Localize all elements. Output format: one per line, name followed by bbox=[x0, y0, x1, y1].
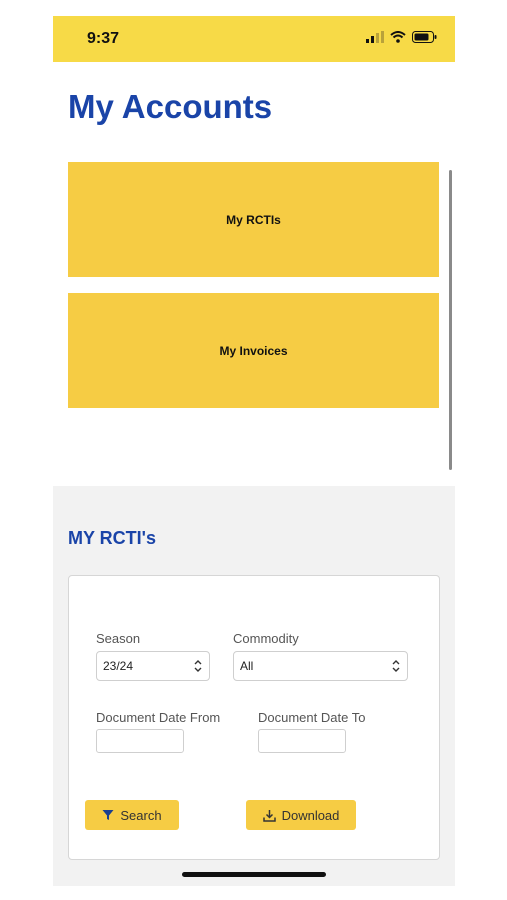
my-invoices-label: My Invoices bbox=[219, 343, 288, 358]
season-value: 23/24 bbox=[103, 659, 134, 673]
download-button[interactable]: Download bbox=[246, 800, 356, 830]
home-indicator[interactable] bbox=[182, 872, 326, 877]
my-rctis-label: My RCTIs bbox=[226, 212, 281, 227]
phone-screen: 9:37 My Accounts My RCTIs My Invoices MY… bbox=[53, 16, 455, 886]
search-button-label: Search bbox=[120, 807, 162, 823]
battery-icon bbox=[412, 31, 437, 43]
chevron-updown-icon bbox=[194, 660, 202, 672]
commodity-select[interactable]: All bbox=[233, 651, 408, 681]
download-button-label: Download bbox=[281, 807, 340, 823]
chevron-updown-icon bbox=[392, 660, 400, 672]
commodity-label: Commodity bbox=[233, 631, 299, 646]
scrollbar[interactable] bbox=[449, 170, 452, 470]
date-to-input[interactable] bbox=[258, 729, 346, 753]
download-icon bbox=[262, 809, 276, 822]
search-button[interactable]: Search bbox=[85, 800, 179, 830]
status-icons bbox=[366, 31, 437, 43]
section-title: MY RCTI's bbox=[68, 528, 156, 548]
page-title: My Accounts bbox=[68, 88, 273, 125]
status-bar: 9:37 bbox=[53, 16, 455, 62]
my-rctis-tile[interactable]: My RCTIs bbox=[68, 162, 439, 277]
status-time: 9:37 bbox=[87, 30, 120, 47]
date-from-input[interactable] bbox=[96, 729, 184, 753]
date-to-label: Document Date To bbox=[258, 710, 366, 725]
date-from-label: Document Date From bbox=[96, 710, 221, 725]
my-invoices-tile[interactable]: My Invoices bbox=[68, 293, 439, 408]
rcti-section: MY RCTI's Season 23/24 Commodity All Doc… bbox=[53, 486, 455, 886]
season-select[interactable]: 23/24 bbox=[96, 651, 210, 681]
signal-icon bbox=[366, 31, 384, 43]
filter-icon bbox=[102, 810, 114, 820]
filter-card: Season 23/24 Commodity All Document Date… bbox=[68, 575, 440, 860]
commodity-value: All bbox=[240, 659, 254, 673]
season-label: Season bbox=[96, 631, 141, 646]
screen: 9:37 My Accounts My RCTIs My Invoices MY… bbox=[0, 0, 507, 900]
wifi-icon bbox=[390, 31, 406, 43]
